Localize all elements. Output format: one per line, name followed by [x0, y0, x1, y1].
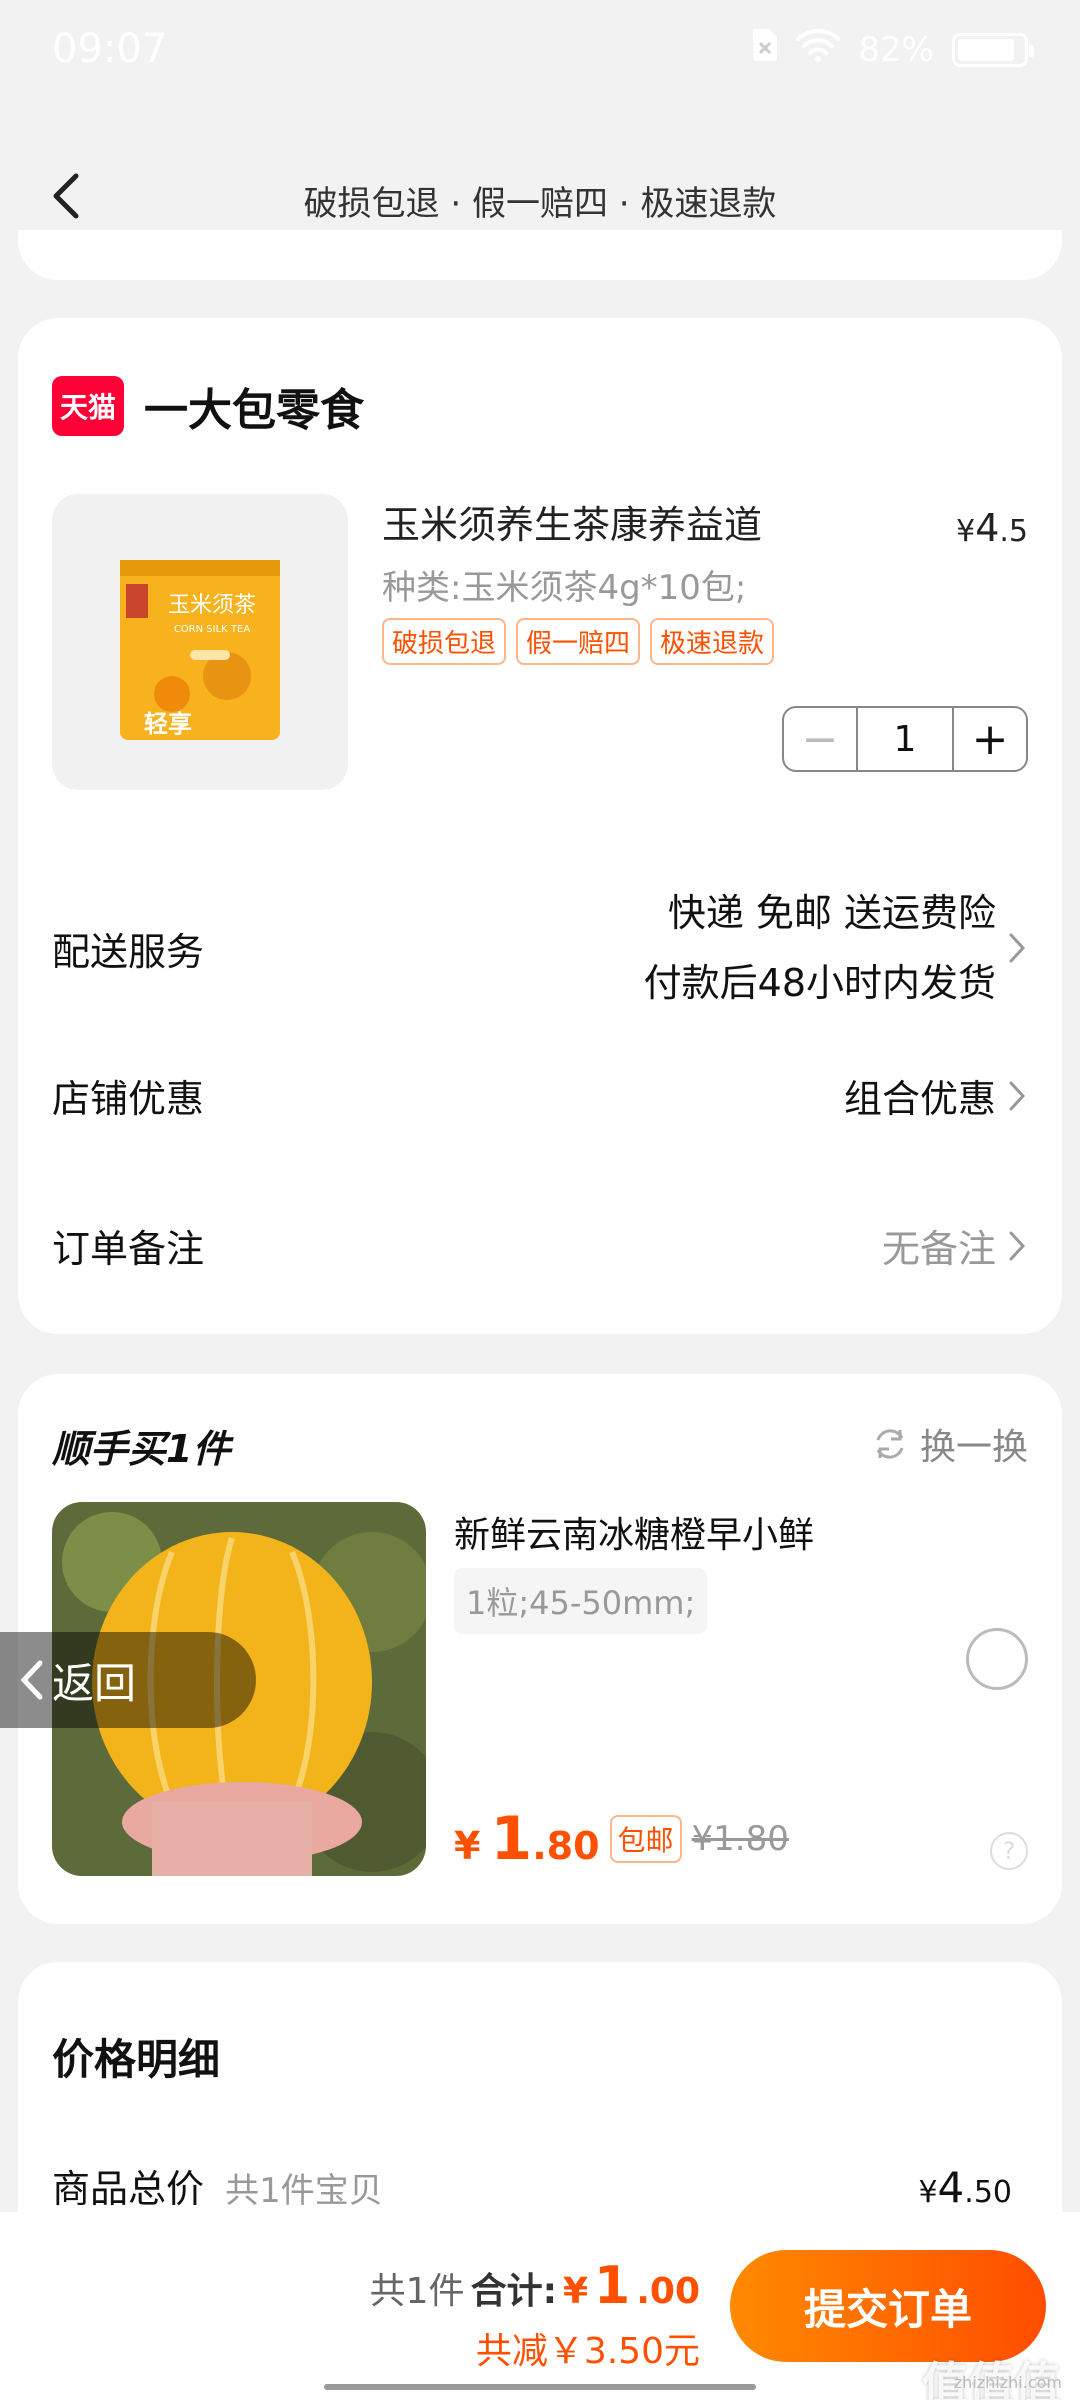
total-symbol: ¥	[918, 2175, 938, 2210]
order-summary: 共1件 合计: ¥1.00 共减￥3.50元	[370, 2256, 700, 2374]
product-name[interactable]: 玉米须养生茶康养益道	[382, 494, 762, 549]
wifi-icon	[796, 28, 841, 71]
price-detail-title: 价格明细	[52, 2035, 221, 2084]
swap-button[interactable]: 换一换	[870, 1418, 1028, 1470]
addon-original-price: ¥1.80	[691, 1819, 789, 1859]
delivery-line1: 快递 免邮 送运费险	[667, 891, 996, 935]
tmall-logo: 天猫	[52, 376, 124, 436]
increase-button[interactable]: +	[954, 708, 1026, 770]
product-spec[interactable]: 种类:玉米须茶4g*10包;	[382, 560, 746, 609]
goods-total-label: 商品总价	[52, 2167, 205, 2211]
delivery-line2: 付款后48小时内发货	[643, 961, 996, 1005]
return-label: 返回	[52, 1658, 137, 1708]
sim-icon	[752, 28, 778, 71]
chevron-right-icon	[1009, 933, 1026, 963]
goods-total-row: 商品总价 共1件宝贝 ¥4.50	[52, 2158, 1012, 2213]
price-symbol: ¥	[956, 514, 976, 549]
tag-fake-compensation: 假一赔四	[516, 618, 641, 665]
note-text: 无备注	[881, 1227, 996, 1271]
battery-icon	[952, 32, 1034, 67]
watermark-url: zhizhizhi.com	[953, 2373, 1062, 2392]
battery-percent: 82%	[858, 29, 934, 70]
shop-header[interactable]: 天猫 一大包零食	[52, 374, 364, 438]
addon-spec[interactable]: 1粒;45-50mm;	[454, 1568, 708, 1634]
status-time: 09:07	[52, 26, 168, 72]
tag-fast-refund: 极速退款	[650, 618, 775, 665]
product-price: ¥4.5	[956, 506, 1028, 550]
addon-title: 顺手买1件	[52, 1427, 231, 1471]
package-subtitle: CORN SILK TEA	[174, 624, 250, 635]
delivery-row[interactable]: 配送服务 快递 免邮 送运费险 付款后48小时内发货	[52, 878, 1028, 1018]
status-bar: 09:07 82%	[0, 0, 1080, 100]
swap-label: 换一换	[919, 1427, 1028, 1468]
delivery-value: 快递 免邮 送运费险 付款后48小时内发货	[644, 878, 1028, 1018]
total-saving: 共减￥3.50元	[475, 2331, 700, 2372]
refresh-icon	[876, 1429, 904, 1459]
sum-integer: 1	[594, 2256, 631, 2316]
total-integer: 4	[937, 2163, 965, 2212]
shop-discount-row[interactable]: 店铺优惠 组合优惠	[52, 1068, 1028, 1123]
quantity-stepper: − 1 +	[782, 706, 1028, 772]
delivery-label: 配送服务	[52, 929, 205, 974]
shop-name: 一大包零食	[144, 385, 364, 436]
return-button[interactable]: 返回	[0, 1632, 256, 1728]
address-card-bottom	[18, 230, 1062, 280]
discount-text: 组合优惠	[843, 1077, 996, 1121]
goods-count: 共1件宝贝	[225, 2171, 383, 2211]
note-value: 无备注	[882, 1218, 1028, 1273]
page-title: 破损包退 · 假一赔四 · 极速退款	[303, 184, 777, 224]
addon-price: ¥ 1.80 包邮 ¥1.80	[454, 1804, 789, 1874]
home-indicator[interactable]	[324, 2384, 756, 2390]
price-decimal: .5	[999, 514, 1028, 549]
product-image[interactable]: 玉米须茶 CORN SILK TEA 轻享	[52, 494, 348, 790]
checkout-bar: 共1件 合计: ¥1.00 共减￥3.50元 提交订单 值值值 zhizhizh…	[0, 2212, 1080, 2400]
sum-decimal: .00	[636, 2271, 700, 2312]
shop-order-card: 天猫 一大包零食 玉米须茶 CORN SILK TEA 轻享 玉米须养生茶康养益…	[18, 318, 1062, 1334]
chevron-left-icon	[20, 1660, 43, 1700]
addon-price-symbol: ¥	[454, 1824, 481, 1868]
discount-label: 店铺优惠	[52, 1077, 205, 1121]
goods-total-value: ¥4.50	[918, 2163, 1012, 2212]
chevron-right-icon	[1009, 1231, 1026, 1260]
addon-price-integer: 1	[490, 1804, 533, 1874]
item-count: 共1件	[369, 2271, 465, 2312]
submit-order-button[interactable]: 提交订单	[730, 2250, 1046, 2362]
addon-name[interactable]: 新鲜云南冰糖橙早小鲜	[454, 1506, 814, 1558]
status-icons: 82%	[752, 28, 1034, 71]
sum-label: 合计:	[470, 2271, 557, 2312]
note-label: 订单备注	[52, 1227, 205, 1271]
help-icon[interactable]: ?	[990, 1832, 1028, 1870]
package-brand: 轻享	[144, 710, 192, 738]
tag-damage-return: 破损包退	[382, 618, 507, 665]
total-decimal: .50	[964, 2175, 1012, 2210]
package-title: 玉米须茶	[168, 593, 256, 618]
service-tags: 破损包退 假一赔四 极速退款	[382, 618, 775, 665]
discount-value: 组合优惠	[844, 1068, 1028, 1123]
order-note-row[interactable]: 订单备注 无备注	[52, 1218, 1028, 1273]
free-shipping-badge: 包邮	[609, 1815, 682, 1863]
decrease-button[interactable]: −	[784, 708, 856, 770]
price-integer: 4	[975, 506, 1000, 550]
addon-select-radio[interactable]	[966, 1628, 1028, 1690]
sum-symbol: ¥	[562, 2271, 589, 2312]
chevron-right-icon	[1009, 1081, 1026, 1110]
quantity-value[interactable]: 1	[856, 708, 954, 770]
addon-price-decimal: .80	[532, 1824, 600, 1868]
